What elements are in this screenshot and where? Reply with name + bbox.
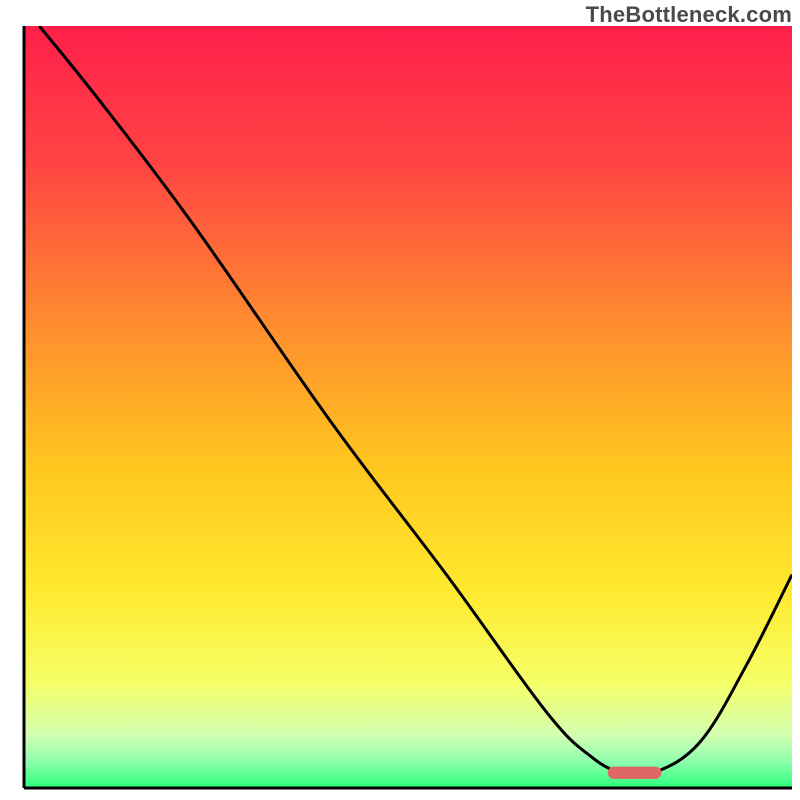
- optimal-range-marker: [608, 767, 662, 779]
- chart-svg: [0, 0, 800, 800]
- gradient-background: [24, 26, 792, 788]
- watermark-text: TheBottleneck.com: [586, 2, 792, 28]
- chart-container: TheBottleneck.com: [0, 0, 800, 800]
